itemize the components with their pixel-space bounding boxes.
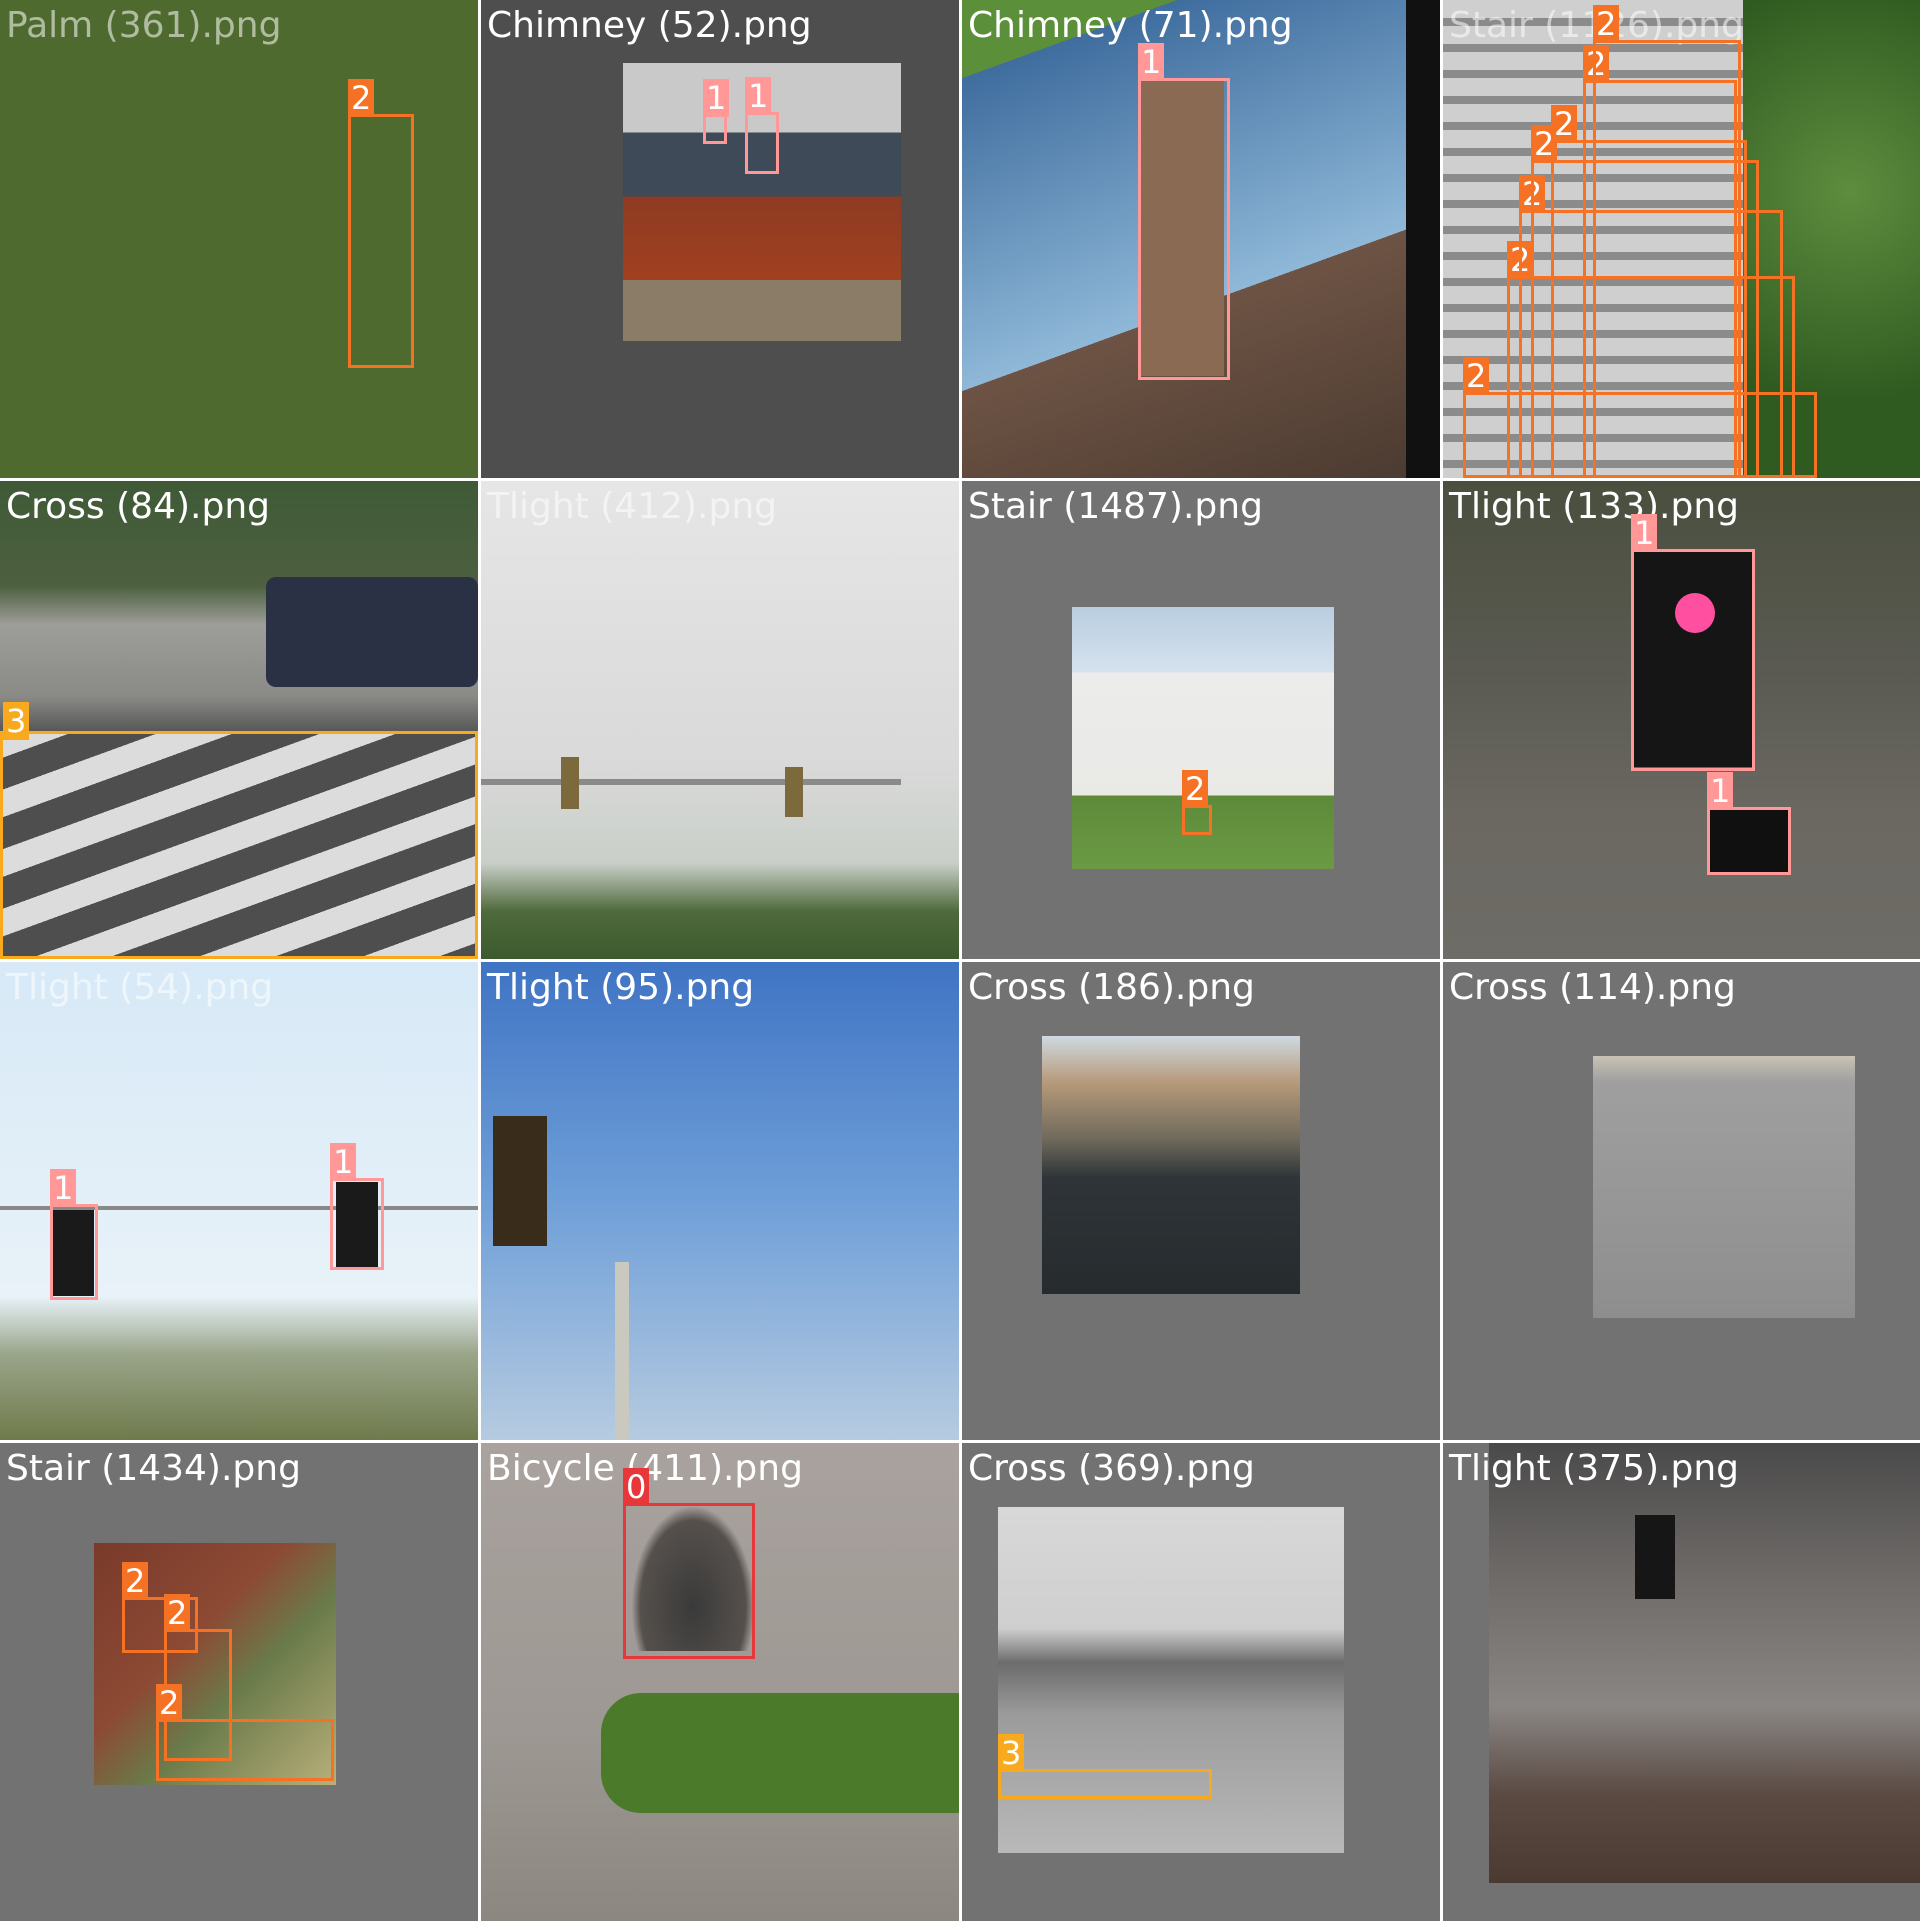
tile-tlight-54: Tlight (54).png 1 1 (0, 962, 478, 1440)
tile-cross-114: Cross (114).png (1443, 962, 1920, 1440)
detection-box: 1 (1138, 43, 1230, 380)
tile-chimney-52: Chimney (52).png 1 1 (481, 0, 959, 478)
tile-cross-369: Cross (369).png 3 (962, 1443, 1440, 1921)
detection-box: 3 (0, 702, 478, 959)
truck (266, 577, 478, 687)
class-label: 2 (1463, 357, 1490, 395)
detection-box: 1 (1631, 514, 1755, 771)
tile-bicycle-411: Bicycle (411).png 0 (481, 1443, 959, 1921)
traffic-light (785, 767, 803, 817)
detection-box: 2 (1182, 770, 1212, 835)
tile-filename: Tlight (95).png (487, 967, 755, 1008)
street-image (998, 1507, 1344, 1853)
tile-filename: Tlight (54).png (6, 967, 274, 1008)
detection-box: 2 (156, 1684, 334, 1781)
traffic-light (493, 1116, 547, 1246)
class-label: 2 (1182, 770, 1209, 808)
tile-tlight-412: Tlight (412).png (481, 481, 959, 959)
traffic-light (1635, 1515, 1675, 1599)
class-label: 1 (1631, 514, 1658, 552)
detection-box: 1 (745, 77, 779, 174)
class-label: 2 (1593, 5, 1620, 43)
tile-filename: Cross (186).png (968, 967, 1255, 1008)
detection-box: 1 (50, 1169, 98, 1300)
tile-filename: Cross (114).png (1449, 967, 1736, 1008)
class-label: 2 (156, 1684, 183, 1722)
tile-tlight-133: Tlight (133).png 1 1 (1443, 481, 1920, 959)
class-label: 2 (1551, 105, 1578, 143)
tile-filename: Tlight (412).png (487, 486, 777, 527)
detection-box: 3 (998, 1734, 1212, 1799)
class-label: 2 (348, 79, 375, 117)
class-label: 1 (1707, 772, 1734, 810)
class-label: 0 (623, 1468, 650, 1506)
tile-filename: Cross (84).png (6, 486, 270, 527)
class-label: 3 (3, 702, 30, 740)
tile-filename: Cross (369).png (968, 1448, 1255, 1489)
detection-box: 1 (330, 1143, 384, 1270)
dark-edge (1406, 0, 1440, 478)
detection-box: 2 (348, 79, 414, 368)
mosaic-grid: Palm (361).png 2 Chimney (52).png 1 1 Ch… (0, 0, 1920, 1921)
traffic-light (561, 757, 579, 809)
class-label: 1 (50, 1169, 77, 1207)
tile-filename: Tlight (375).png (1449, 1448, 1739, 1489)
sky-scene (481, 962, 959, 1440)
sky-scene (481, 481, 959, 959)
street-image (1593, 1056, 1855, 1318)
class-label: 1 (703, 79, 730, 117)
tile-filename: Stair (1487).png (968, 486, 1263, 527)
tile-filename: Palm (361).png (6, 5, 282, 46)
tile-filename: Tlight (133).png (1449, 486, 1739, 527)
class-label: 1 (1138, 43, 1165, 81)
utility-pole (615, 1262, 629, 1440)
tile-palm-361: Palm (361).png 2 (0, 0, 478, 478)
class-label: 2 (122, 1562, 149, 1600)
tile-filename: Stair (1434).png (6, 1448, 301, 1489)
detection-box: 1 (703, 79, 730, 144)
tile-filename: Chimney (52).png (487, 5, 812, 46)
tile-tlight-95: Tlight (95).png (481, 962, 959, 1440)
street-image (1042, 1036, 1300, 1294)
class-label: 1 (745, 77, 772, 115)
class-label: 1 (330, 1143, 357, 1181)
tile-filename: Chimney (71).png (968, 5, 1293, 46)
class-label: 3 (998, 1734, 1025, 1772)
tile-stair-1487: Stair (1487).png 2 (962, 481, 1440, 959)
tile-chimney-71: Chimney (71).png 1 (962, 0, 1440, 478)
grass-median (601, 1693, 959, 1813)
tile-stair-1434: Stair (1434).png 2 2 2 (0, 1443, 478, 1921)
class-label: 2 (164, 1594, 191, 1632)
detection-box: 2 (1593, 5, 1741, 478)
street-image (1489, 1443, 1920, 1883)
tile-cross-84: Cross (84).png 3 (0, 481, 478, 959)
tile-cross-186: Cross (186).png (962, 962, 1440, 1440)
tile-stair-1126: Stair (1126).png 2 2 2 2 2 2 2 (1443, 0, 1920, 478)
signal-arm (481, 779, 901, 785)
tile-tlight-375: Tlight (375).png (1443, 1443, 1920, 1921)
detection-box: 1 (1707, 772, 1791, 875)
detection-box: 0 (623, 1468, 755, 1659)
